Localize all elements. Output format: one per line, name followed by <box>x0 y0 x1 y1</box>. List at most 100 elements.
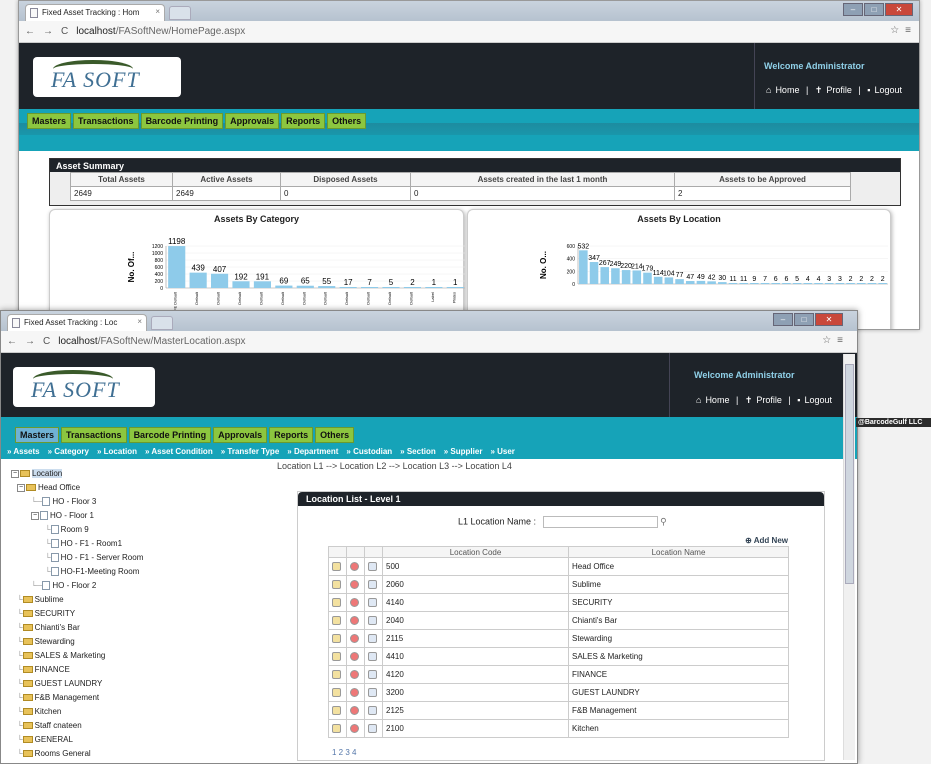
menu-icon[interactable]: ≡ <box>905 25 911 36</box>
submenu-item[interactable]: » Category <box>48 447 89 456</box>
view-icon[interactable] <box>368 634 377 644</box>
tree-node[interactable]: └ SECURITY <box>11 607 281 621</box>
edit-icon[interactable] <box>332 706 341 716</box>
search-icon[interactable]: ⚲ <box>660 516 667 526</box>
delete-icon[interactable] <box>350 724 359 734</box>
collapse-icon[interactable]: − <box>31 511 39 520</box>
forward-icon[interactable]: → <box>25 336 35 347</box>
tree-node[interactable]: └ Chianti's Bar <box>11 621 281 635</box>
location-name-input[interactable] <box>542 516 658 528</box>
collapse-icon[interactable]: − <box>11 469 19 478</box>
menu-barcode-printing[interactable]: Barcode Printing <box>128 427 212 443</box>
star-icon[interactable]: ☆ <box>890 25 899 36</box>
submenu-item[interactable]: » Location <box>97 447 137 456</box>
menu-transactions[interactable]: Transactions <box>73 113 139 129</box>
view-icon[interactable] <box>368 688 377 698</box>
new-tab-button[interactable] <box>151 316 173 330</box>
delete-icon[interactable] <box>350 670 359 680</box>
menu-icon[interactable]: ≡ <box>837 335 843 346</box>
pager[interactable]: 1 2 3 4 <box>332 748 356 757</box>
home-link[interactable]: Home <box>705 395 729 405</box>
close-window-icon[interactable]: ✕ <box>815 313 843 326</box>
menu-approvals[interactable]: Approvals <box>213 427 268 443</box>
menu-approvals[interactable]: Approvals <box>225 113 280 129</box>
tree-node[interactable]: └─ HO - Floor 3 <box>11 495 281 509</box>
view-icon[interactable] <box>368 706 377 716</box>
home-link[interactable]: Home <box>775 85 799 95</box>
edit-icon[interactable] <box>332 652 341 662</box>
url-field[interactable]: localhost/FASoftNew/HomePage.aspx <box>76 26 919 37</box>
tree-node[interactable]: └ Staff cnateen <box>11 719 281 733</box>
new-tab-button[interactable] <box>169 6 191 20</box>
tree-node[interactable]: └ Rooms General <box>11 747 281 761</box>
edit-icon[interactable] <box>332 580 341 590</box>
back-icon[interactable]: ← <box>7 336 17 347</box>
profile-link[interactable]: Profile <box>826 85 852 95</box>
tree-node[interactable]: − HO - Floor 1 <box>11 509 281 523</box>
minimize-icon[interactable]: ‒ <box>843 3 863 16</box>
tree-node[interactable]: └ Room 9 <box>11 523 281 537</box>
forward-icon[interactable]: → <box>43 26 53 37</box>
tree-node[interactable]: └ F&B Management <box>11 691 281 705</box>
view-icon[interactable] <box>368 562 377 572</box>
logout-link[interactable]: Logout <box>804 395 832 405</box>
tree-root[interactable]: − Location <box>11 467 281 481</box>
view-icon[interactable] <box>368 670 377 680</box>
menu-masters[interactable]: Masters <box>15 427 60 443</box>
maximize-icon[interactable]: □ <box>864 3 884 16</box>
submenu-item[interactable]: » Custodian <box>346 447 392 456</box>
profile-link[interactable]: Profile <box>756 395 782 405</box>
menu-reports[interactable]: Reports <box>269 427 314 443</box>
browser-tab-home[interactable]: Fixed Asset Tracking : Hom × <box>25 4 165 21</box>
tree-node[interactable]: └ Stewarding <box>11 635 281 649</box>
tree-node[interactable]: └ Sublime <box>11 593 281 607</box>
edit-icon[interactable] <box>332 670 341 680</box>
edit-icon[interactable] <box>332 616 341 626</box>
star-icon[interactable]: ☆ <box>822 335 831 346</box>
browser-tab-location[interactable]: Fixed Asset Tracking : Loc × <box>7 314 147 331</box>
edit-icon[interactable] <box>332 562 341 572</box>
tree-node[interactable]: └ HO - F1 - Server Room <box>11 551 281 565</box>
view-icon[interactable] <box>368 652 377 662</box>
tree-node[interactable]: └ FINANCE <box>11 663 281 677</box>
tab-close-icon[interactable]: × <box>137 317 142 326</box>
delete-icon[interactable] <box>350 562 359 572</box>
edit-icon[interactable] <box>332 724 341 734</box>
submenu-item[interactable]: » Asset Condition <box>145 447 213 456</box>
tree-node[interactable]: └ HO - F1 - Room1 <box>11 537 281 551</box>
menu-transactions[interactable]: Transactions <box>61 427 127 443</box>
add-new-button[interactable]: ⊕ Add New <box>745 536 788 545</box>
logout-link[interactable]: Logout <box>874 85 902 95</box>
edit-icon[interactable] <box>332 634 341 644</box>
tree-node[interactable]: └ HO-F1-Meeting Room <box>11 565 281 579</box>
submenu-item[interactable]: » Transfer Type <box>221 447 280 456</box>
submenu-item[interactable]: » User <box>490 447 514 456</box>
delete-icon[interactable] <box>350 580 359 590</box>
submenu-item[interactable]: » Assets <box>7 447 40 456</box>
delete-icon[interactable] <box>350 652 359 662</box>
delete-icon[interactable] <box>350 706 359 716</box>
tab-close-icon[interactable]: × <box>155 7 160 16</box>
view-icon[interactable] <box>368 598 377 608</box>
submenu-item[interactable]: » Section <box>400 447 436 456</box>
minimize-icon[interactable]: ‒ <box>773 313 793 326</box>
edit-icon[interactable] <box>332 598 341 608</box>
menu-masters[interactable]: Masters <box>27 113 72 129</box>
close-window-icon[interactable]: ✕ <box>885 3 913 16</box>
view-icon[interactable] <box>368 616 377 626</box>
reload-icon[interactable]: C <box>43 336 50 347</box>
submenu-item[interactable]: » Department <box>287 447 338 456</box>
submenu-item[interactable]: » Supplier <box>444 447 483 456</box>
back-icon[interactable]: ← <box>25 26 35 37</box>
menu-barcode-printing[interactable]: Barcode Printing <box>140 113 224 129</box>
reload-icon[interactable]: C <box>61 26 68 37</box>
delete-icon[interactable] <box>350 616 359 626</box>
tree-node[interactable]: └ GENERAL <box>11 733 281 747</box>
scrollbar-thumb[interactable] <box>845 364 854 584</box>
maximize-icon[interactable]: □ <box>794 313 814 326</box>
delete-icon[interactable] <box>350 688 359 698</box>
menu-reports[interactable]: Reports <box>281 113 326 129</box>
view-icon[interactable] <box>368 724 377 734</box>
url-field[interactable]: localhost/FASoftNew/MasterLocation.aspx <box>58 336 857 347</box>
delete-icon[interactable] <box>350 598 359 608</box>
